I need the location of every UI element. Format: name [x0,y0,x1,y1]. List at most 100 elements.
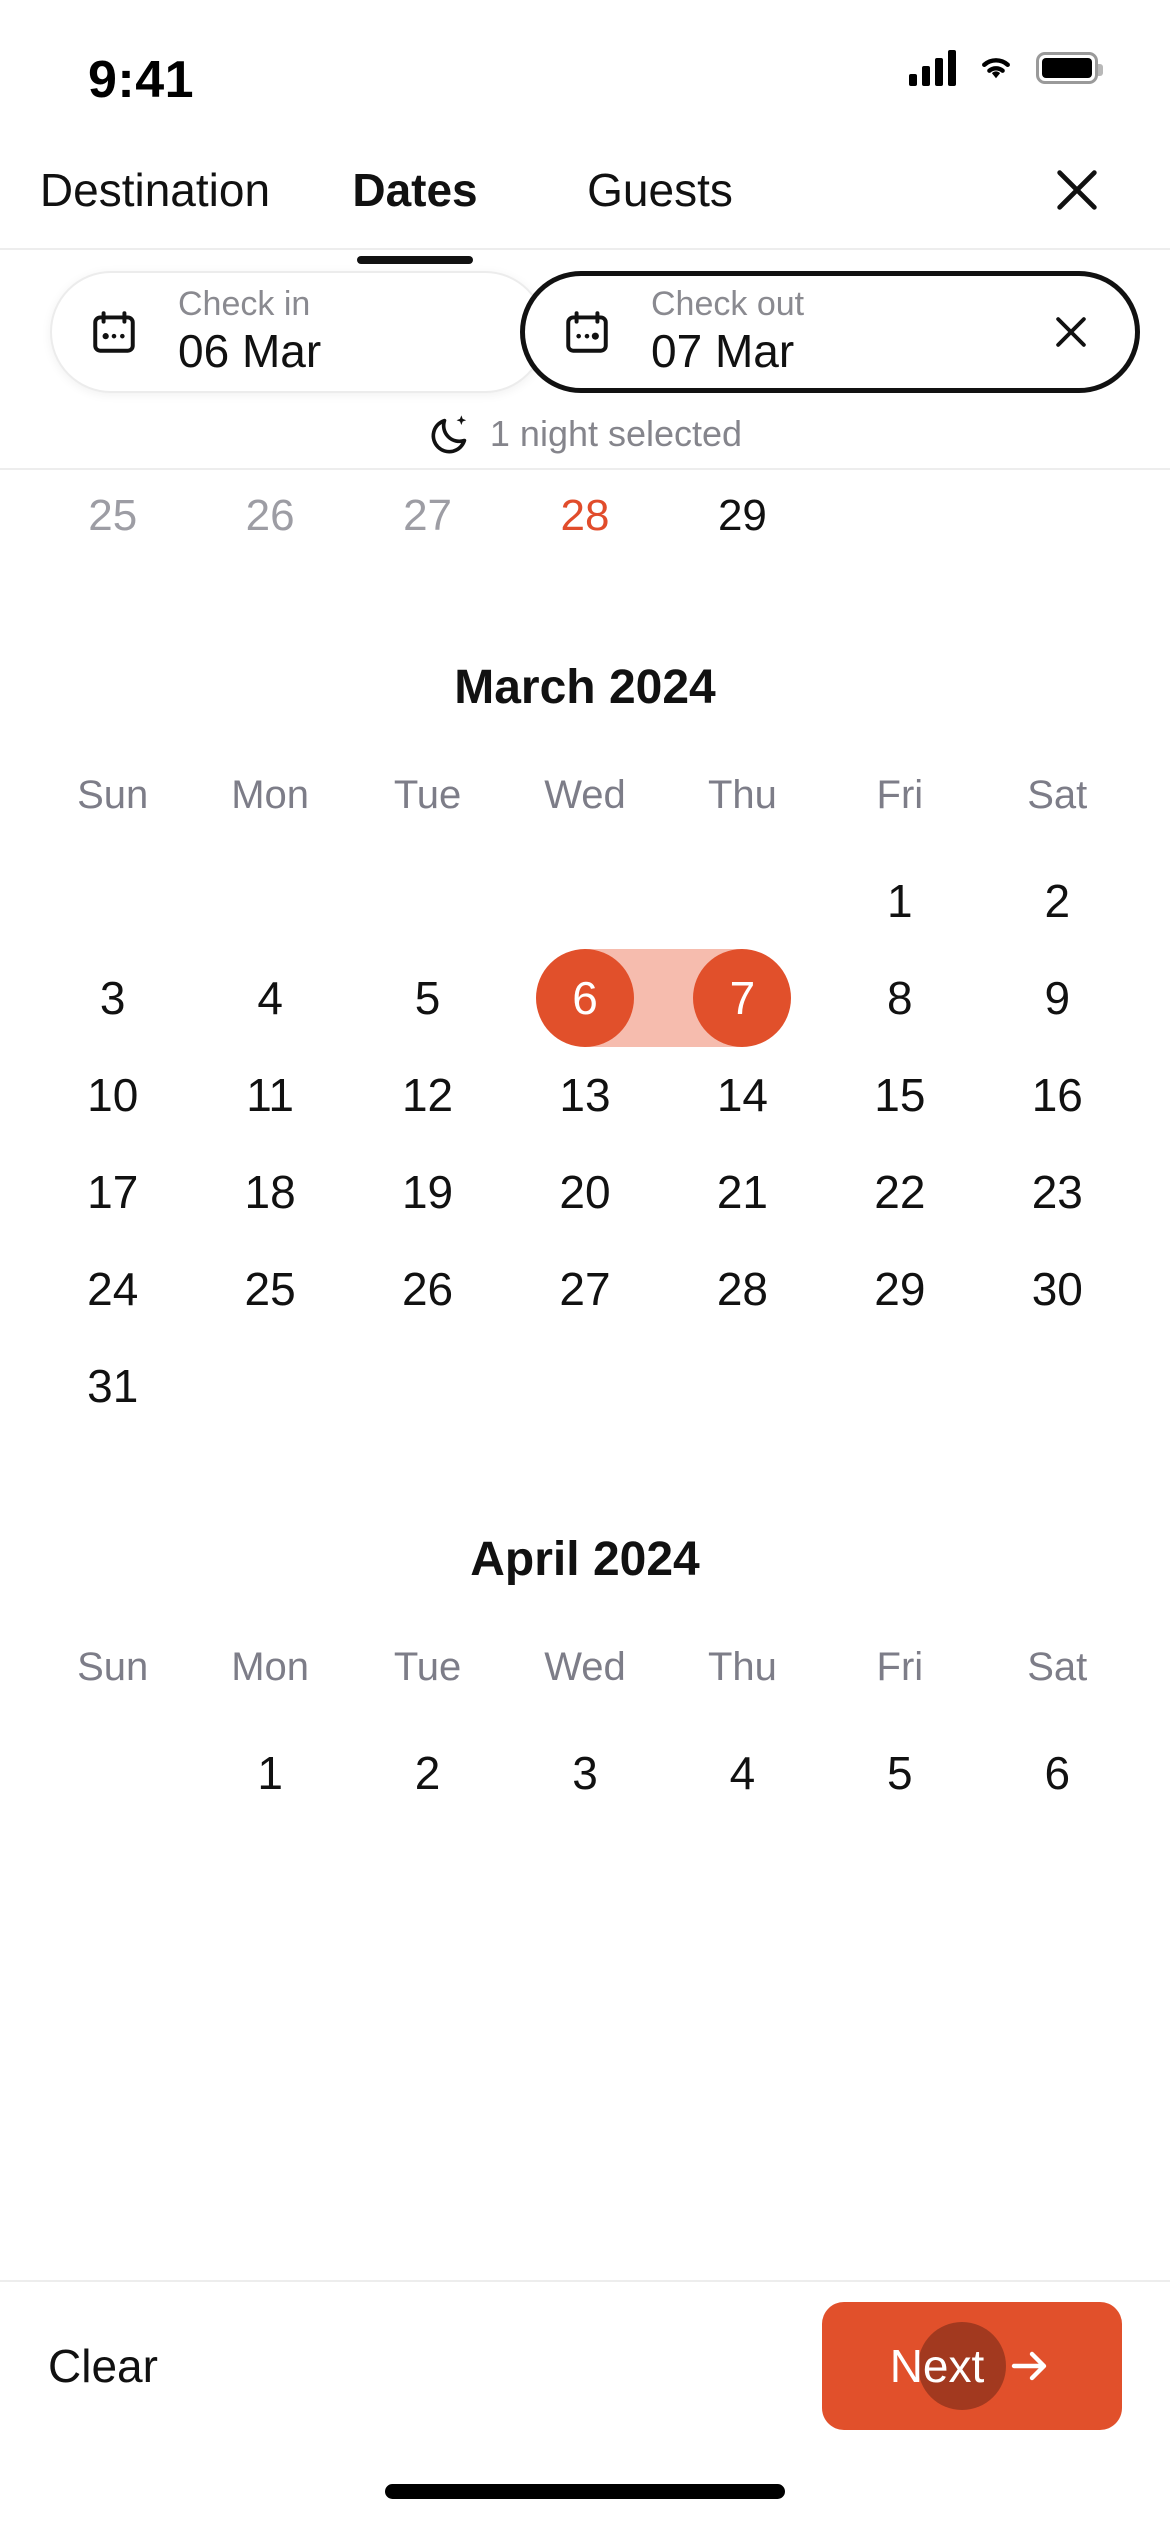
calendar-day-7[interactable]: 7 [661,948,821,1047]
calendar-day-20[interactable]: 20 [506,1143,663,1240]
calendar-day-26: 26 [245,491,295,540]
calendar-day-label: 9 [1044,971,1071,1024]
clear-button[interactable]: Clear [48,2339,158,2393]
tab-guests-label: Guests [587,164,733,216]
calendar-day-3[interactable]: 3 [34,949,191,1046]
calendar-day-label: 1 [887,874,913,927]
next-button[interactable]: Next [822,2302,1122,2430]
check-in-value: 06 Mar [178,325,322,378]
weekday-label-sun: Sun [77,1645,149,1689]
calendar-day-5[interactable]: 5 [821,1724,978,1821]
close-icon [1057,170,1097,210]
calendar-day-label: 16 [1031,1068,1083,1121]
calendar-day-12[interactable]: 12 [349,1046,506,1143]
calendar-day-29[interactable]: 29 [664,491,821,541]
calendar-day-label: 1 [257,1746,283,1799]
calendar-day-label: 5 [414,971,441,1024]
calendar-day-30[interactable]: 30 [979,1240,1136,1337]
calendar-day-2[interactable]: 2 [349,1724,506,1821]
tab-dates-label: Dates [352,164,478,216]
calendar-day-28[interactable]: 28 [506,491,663,541]
weekday-label-mon: Mon [231,773,310,817]
search-tabs: Destination Dates Guests [0,130,1170,264]
calendar-day-grid: 1 2 3 4 5 6 7 8 9 10 11 12 13 14 15 16 17 18 19 20 21 22 23 24 2… [0,852,1170,1434]
calendar-day-24[interactable]: 24 [34,1240,191,1337]
status-bar: 9:41 [0,0,1170,130]
calendar-day-label: 27 [559,1262,611,1315]
tab-destination[interactable]: Destination [0,130,310,250]
calendar-day-label: 20 [559,1165,611,1218]
weekday-header-row: Sun Mon Tue Wed Thu Fri Sat [0,773,1170,818]
calendar-day-label: 2 [414,1746,441,1799]
calendar-scroll-area[interactable]: 25 26 27 28 29 March 2024 Sun Mon Tue Wed Thu Fri S… [0,468,1170,2280]
close-button[interactable] [1032,145,1122,235]
calendar-day-grid: 1 2 3 4 5 6 [0,1724,1170,1821]
calendar-day-label: 31 [87,1359,139,1412]
calendar-blank-cell [506,852,663,949]
calendar-day-21[interactable]: 21 [664,1143,821,1240]
calendar-day-18[interactable]: 18 [191,1143,348,1240]
weekday-label-mon: Mon [231,1645,310,1689]
calendar-day-10[interactable]: 10 [34,1046,191,1143]
calendar-day-15[interactable]: 15 [821,1046,978,1143]
calendar-day-29[interactable]: 29 [821,1240,978,1337]
calendar-day-label: 19 [401,1165,454,1218]
calendar-icon [86,304,142,360]
calendar-day-label: 6 [572,971,598,1024]
calendar-day-label: 4 [729,1746,756,1799]
calendar-day-label: 18 [244,1165,296,1218]
tab-destination-label: Destination [39,164,271,216]
calendar-day-8[interactable]: 8 [821,949,978,1046]
calendar-day-11[interactable]: 11 [191,1046,348,1143]
weekday-label-wed: Wed [544,1645,626,1689]
booking-date-picker-screen: 9:41 Destination Dates Guests Check in 0… [0,0,1170,2532]
calendar-day-label: 3 [572,1746,598,1799]
calendar-day-13[interactable]: 13 [506,1046,663,1143]
check-out-label: Check out [651,285,805,324]
calendar-day-25: 25 [88,491,138,540]
calendar-day-27[interactable]: 27 [506,1240,663,1337]
calendar-day-14[interactable]: 14 [664,1046,821,1143]
calendar-day-25[interactable]: 25 [191,1240,348,1337]
calendar-day-label: 28 [716,1262,768,1315]
calendar-day-27: 27 [403,491,453,540]
calendar-day-23[interactable]: 23 [979,1143,1136,1240]
calendar-day-5[interactable]: 5 [349,949,506,1046]
weekday-header-row: Sun Mon Tue Wed Thu Fri Sat [0,1645,1170,1690]
calendar-day-1[interactable]: 1 [191,1724,348,1821]
check-out-field[interactable]: Check out 07 Mar [520,271,1140,393]
calendar-day-label: 24 [87,1262,139,1315]
calendar-day-label: 30 [1031,1262,1083,1315]
tab-dates[interactable]: Dates [310,130,520,264]
calendar-day-6[interactable]: 6 [506,948,666,1047]
calendar-day-16[interactable]: 16 [979,1046,1136,1143]
tab-guests[interactable]: Guests [520,130,800,250]
check-in-field[interactable]: Check in 06 Mar [50,271,546,393]
calendar-day-22[interactable]: 22 [821,1143,978,1240]
status-bar-icons [909,48,1103,87]
calendar-blank-cell [349,852,506,949]
calendar-blank-cell [664,852,821,949]
check-out-clear-button[interactable] [1041,302,1101,362]
calendar-day-3[interactable]: 3 [506,1724,663,1821]
calendar-day-9[interactable]: 9 [979,949,1136,1046]
footer-action-bar: Clear Next [0,2280,1170,2450]
weekday-label-sun: Sun [77,773,149,817]
month-title: April 2024 [470,1533,700,1586]
calendar-day-1[interactable]: 1 [821,852,978,949]
calendar-day-31[interactable]: 31 [34,1337,191,1434]
calendar-day-label: 29 [874,1262,926,1315]
calendar-day-4[interactable]: 4 [664,1724,821,1821]
calendar-day-2[interactable]: 2 [979,852,1136,949]
calendar-month: April 2024 Sun Mon Tue Wed Thu Fri Sat 1 2 3 4 5 6 [0,1532,1170,1821]
calendar-day-6[interactable]: 6 [979,1724,1136,1821]
calendar-day-26[interactable]: 26 [349,1240,506,1337]
weekday-label-fri: Fri [876,1645,924,1689]
moon-sparkle-icon [428,411,474,457]
weekday-label-fri: Fri [876,773,924,817]
calendar-day-label: 10 [87,1068,139,1121]
calendar-day-28[interactable]: 28 [664,1240,821,1337]
calendar-day-4[interactable]: 4 [191,949,348,1046]
calendar-day-17[interactable]: 17 [34,1143,191,1240]
calendar-day-19[interactable]: 19 [349,1143,506,1240]
